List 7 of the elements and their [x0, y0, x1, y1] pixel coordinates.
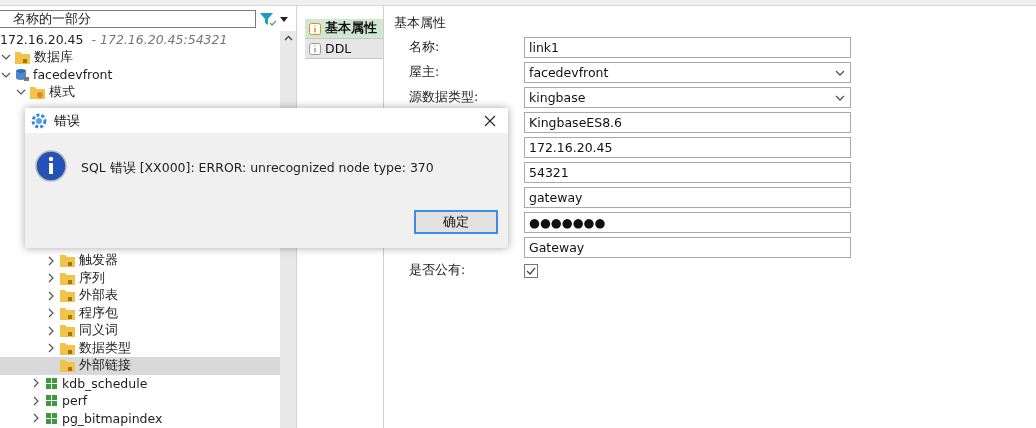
field-label: 源数据类型: — [409, 89, 480, 106]
dialog-title: 错误 — [54, 111, 81, 130]
error-message: SQL 错误 [XX000]: ERROR: unrecognized node type: 370 — [81, 160, 434, 177]
group-title: 基本属性 — [394, 15, 447, 32]
field-label: 屋主: — [409, 64, 441, 81]
field-label: 名称: — [409, 39, 441, 56]
field-label: 是否公有: — [409, 262, 467, 279]
